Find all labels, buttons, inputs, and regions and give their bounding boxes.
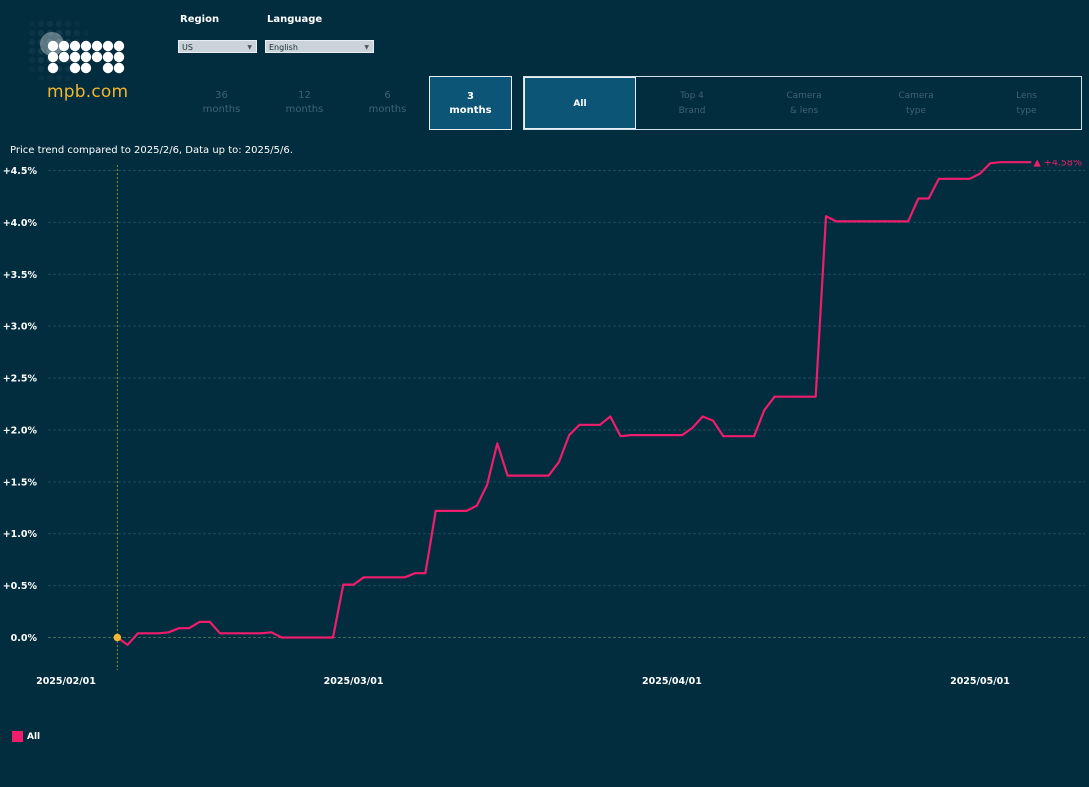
- logo-dots-icon: [28, 20, 125, 74]
- region-label: Region: [180, 14, 220, 25]
- series-line-all: [116, 161, 1032, 646]
- category-tabs: All Top 4 Brand Camera & lens Camera typ…: [523, 76, 1082, 130]
- end-value-label: ▲ +4.58%: [1034, 160, 1082, 169]
- y-tick-label: 0.0%: [11, 633, 38, 644]
- x-tick-label: 2025/03/01: [324, 676, 384, 687]
- tab-3-months-line1: 3: [467, 91, 474, 102]
- tab-lens-type[interactable]: Lens type: [972, 77, 1081, 129]
- region-select[interactable]: US ▼: [178, 40, 257, 53]
- language-select[interactable]: English ▼: [265, 40, 374, 53]
- legend-swatch: [12, 731, 23, 742]
- tab-36-months-line2: months: [202, 104, 241, 115]
- y-tick-label: +0.5%: [3, 581, 38, 592]
- y-tick-label: +1.5%: [3, 477, 38, 488]
- tab-12-months-line1: 12: [298, 90, 311, 101]
- tab-all-label: All: [573, 99, 587, 109]
- x-tick-label: 2025/02/01: [36, 676, 96, 687]
- legend-label: All: [27, 732, 41, 742]
- price-trend-chart: 0.0% +0.5% +1.0% +1.5% +2.0% +2.5% +3.0% +3.5% +…: [3, 160, 1085, 687]
- region-select-value: US: [182, 43, 193, 52]
- baseline-point: [113, 633, 122, 642]
- language-label: Language: [267, 14, 323, 25]
- tab-lens-type-line1: Lens: [1016, 91, 1037, 101]
- tab-12-months[interactable]: 12 months: [263, 76, 346, 130]
- x-tick-label: 2025/05/01: [950, 676, 1010, 687]
- tab-36-months[interactable]: 36 months: [180, 76, 263, 130]
- tab-12-months-line2: months: [285, 104, 324, 115]
- tab-3-months-line2: months: [449, 105, 492, 116]
- y-tick-label: +2.5%: [3, 374, 38, 385]
- y-tick-label: +3.0%: [3, 322, 38, 333]
- x-tick-label: 2025/04/01: [642, 676, 702, 687]
- tab-camera-lens[interactable]: Camera & lens: [748, 77, 860, 129]
- tab-camera-type-line1: Camera: [898, 91, 934, 101]
- chart-legend: All: [12, 731, 40, 742]
- y-tick-label: +4.0%: [3, 218, 38, 229]
- logo-text: mpb.com: [47, 82, 129, 102]
- tab-camera-lens-line2: & lens: [789, 106, 819, 116]
- chevron-down-icon: ▼: [247, 44, 252, 51]
- tab-36-months-line1: 36: [215, 90, 228, 101]
- tab-top-4-brand-line1: Top 4: [680, 91, 704, 101]
- chevron-down-icon: ▼: [364, 44, 369, 51]
- tab-lens-type-line2: type: [1016, 106, 1037, 116]
- language-select-value: English: [269, 43, 298, 52]
- y-tick-label: +3.5%: [3, 270, 38, 281]
- tab-all[interactable]: All: [524, 77, 636, 129]
- tab-top-4-brand-line2: Brand: [678, 106, 706, 116]
- tab-3-months[interactable]: 3 months: [429, 76, 512, 130]
- tab-6-months-line1: 6: [384, 90, 391, 101]
- tab-6-months[interactable]: 6 months: [346, 76, 429, 130]
- y-tick-label: +2.0%: [3, 425, 38, 436]
- tab-top-4-brand[interactable]: Top 4 Brand: [636, 77, 748, 129]
- y-tick-label: +1.0%: [3, 529, 38, 540]
- tab-camera-lens-line1: Camera: [786, 91, 822, 101]
- y-tick-label: +4.5%: [3, 166, 38, 177]
- tab-camera-type-line2: type: [905, 106, 927, 116]
- tab-6-months-line2: months: [368, 104, 407, 115]
- tab-camera-type[interactable]: Camera type: [860, 77, 972, 129]
- chart-subtitle: Price trend compared to 2025/2/6, Data u…: [10, 145, 293, 156]
